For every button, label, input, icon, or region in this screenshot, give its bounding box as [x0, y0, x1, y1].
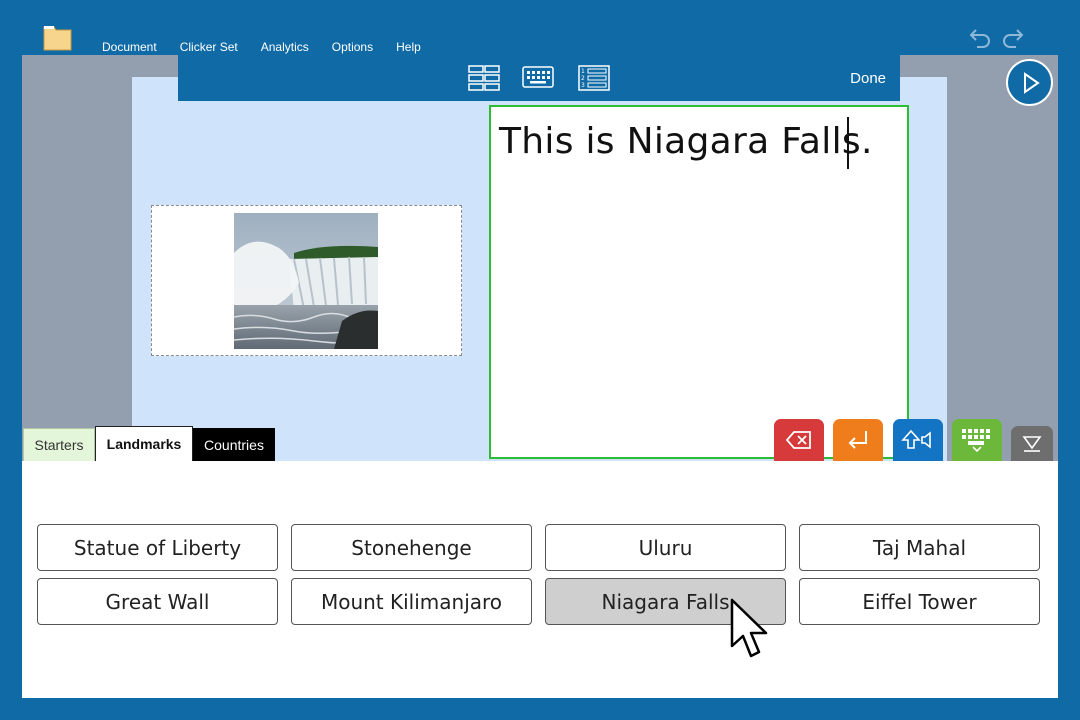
- enter-icon: [848, 431, 867, 449]
- edit-toolbar: 123 Done: [178, 55, 900, 101]
- svg-text:2: 2: [581, 75, 585, 82]
- grid-cell-statue-of-liberty[interactable]: Statue of Liberty: [37, 524, 278, 571]
- menu-help[interactable]: Help: [396, 40, 421, 54]
- collapse-icon: [1022, 435, 1042, 452]
- mouse-pointer-icon: [730, 598, 768, 658]
- grid-cell-great-wall[interactable]: Great Wall: [37, 578, 278, 625]
- play-icon: [1023, 71, 1040, 94]
- backspace-button[interactable]: [774, 419, 824, 461]
- text-cursor: [847, 117, 849, 169]
- speak-button[interactable]: [893, 419, 943, 461]
- keyboard-layout-icon[interactable]: [522, 65, 554, 91]
- grid-cell-stonehenge[interactable]: Stonehenge: [291, 524, 532, 571]
- menu-document[interactable]: Document: [102, 40, 157, 54]
- tab-starters[interactable]: Starters: [23, 428, 95, 461]
- grid-layout-icon[interactable]: [468, 65, 500, 91]
- menu-bar: Document Clicker Set Analytics Options H…: [102, 40, 444, 54]
- grid-cell-mount-kilimanjaro[interactable]: Mount Kilimanjaro: [291, 578, 532, 625]
- done-button[interactable]: Done: [850, 70, 886, 87]
- hide-grid-button[interactable]: [1011, 426, 1053, 461]
- svg-text:3: 3: [581, 82, 585, 89]
- document-text: This is Niagara Falls.: [499, 121, 873, 162]
- keyboard-button[interactable]: [952, 419, 1002, 461]
- enter-button[interactable]: [833, 419, 883, 461]
- redo-icon[interactable]: [1001, 26, 1025, 48]
- menu-options[interactable]: Options: [332, 40, 373, 54]
- play-button[interactable]: [1006, 59, 1053, 106]
- backspace-icon: [786, 431, 811, 449]
- svg-text:1: 1: [581, 68, 585, 75]
- grid-cell-uluru[interactable]: Uluru: [545, 524, 786, 571]
- folder-icon[interactable]: [43, 24, 72, 51]
- image-frame[interactable]: [151, 205, 462, 356]
- menu-clicker-set[interactable]: Clicker Set: [180, 40, 238, 54]
- undo-icon[interactable]: [968, 26, 992, 48]
- keyboard-icon: [962, 429, 990, 452]
- text-box[interactable]: This is Niagara Falls.: [489, 105, 909, 459]
- grid-cell-taj-mahal[interactable]: Taj Mahal: [799, 524, 1040, 571]
- niagara-falls-photo: [234, 213, 378, 349]
- grid-cell-eiffel-tower[interactable]: Eiffel Tower: [799, 578, 1040, 625]
- numbered-list-icon[interactable]: 123: [578, 65, 610, 91]
- speak-icon: [901, 429, 931, 449]
- tab-landmarks[interactable]: Landmarks: [95, 426, 193, 461]
- tab-countries[interactable]: Countries: [193, 428, 275, 461]
- menu-analytics[interactable]: Analytics: [261, 40, 309, 54]
